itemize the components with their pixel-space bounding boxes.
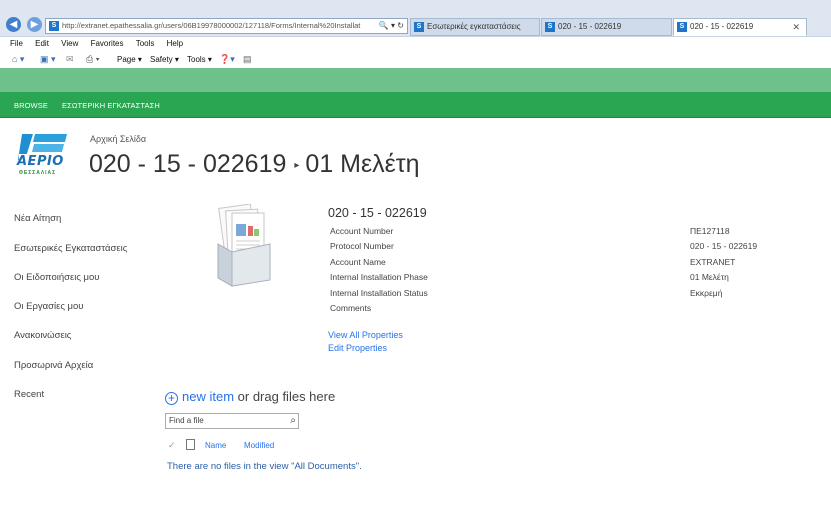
breadcrumb-arrow-icon: ▸ bbox=[294, 159, 300, 171]
sharepoint-favicon-icon: S bbox=[49, 21, 59, 31]
page-title: 020 - 15 - 022619 ▸ 01 Μελέτη bbox=[89, 150, 420, 179]
column-header-modified[interactable]: Modified bbox=[244, 441, 274, 450]
docset-title: 020 - 15 - 022619 bbox=[328, 206, 427, 220]
prop-label: Account Number bbox=[330, 226, 394, 236]
page-menu-button[interactable]: Page ▾ bbox=[117, 51, 142, 68]
suite-bar bbox=[0, 68, 831, 92]
find-file-placeholder: Find a file bbox=[169, 416, 204, 425]
forward-arrow-icon[interactable]: ▶ bbox=[27, 17, 42, 32]
prop-value: Εκκρεμή bbox=[690, 288, 723, 298]
browser-command-bar: ⌂ ▾ ▣ ▾ ✉ ⎙ ▾ Page ▾ Safety ▾ Tools ▾ ❓▾… bbox=[0, 51, 831, 68]
menu-view[interactable]: View bbox=[61, 37, 78, 51]
document-set-icon bbox=[217, 204, 271, 287]
browser-tab-docset-active[interactable]: S 020 - 15 - 022619 ✕ bbox=[673, 18, 807, 36]
prop-label: Protocol Number bbox=[330, 241, 394, 251]
page-title-text[interactable]: 020 - 15 - 022619 bbox=[89, 150, 286, 178]
address-bar[interactable]: S http://extranet.epathessalia.gr/users/… bbox=[45, 18, 408, 34]
search-icon[interactable]: ⌕ bbox=[290, 414, 296, 428]
prop-value: EXTRANET bbox=[690, 257, 736, 267]
feeds-icon[interactable]: ▣ ▾ bbox=[40, 51, 56, 68]
drag-files-text: or drag files here bbox=[234, 389, 336, 404]
nav-internal-installations[interactable]: Εσωτερικές Εγκαταστάσεις bbox=[14, 243, 127, 254]
nav-announcements[interactable]: Ανακοινώσεις bbox=[14, 330, 71, 341]
find-file-input[interactable]: Find a file ⌕ bbox=[165, 413, 299, 429]
ribbon-tab-browse[interactable]: BROWSE bbox=[14, 92, 48, 120]
browser-toolbar: ◀ ▶ S http://extranet.epathessalia.gr/us… bbox=[0, 0, 831, 37]
ribbon-tab-internal-installation[interactable]: ΕΣΩΤΕΡΙΚΗ ΕΓΚΑΤΑΣΤΑΣΗ bbox=[62, 92, 160, 120]
ribbon-tabs: BROWSE ΕΣΩΤΕΡΙΚΗ ΕΓΚΑΤΑΣΤΑΣΗ bbox=[0, 92, 831, 118]
site-logo[interactable]: ΑΕΡΙΟ ΘΕΣΣΑΛΙΑΣ bbox=[15, 130, 73, 178]
add-circle-icon[interactable]: + bbox=[165, 392, 178, 405]
new-item-row: + new item or drag files here bbox=[165, 389, 335, 405]
nav-new-request[interactable]: Νέα Αίτηση bbox=[14, 213, 61, 224]
prop-label: Account Name bbox=[330, 257, 386, 267]
select-all-check-icon[interactable]: ✓ bbox=[168, 440, 176, 451]
browser-tab-internal-installations[interactable]: S Εσωτερικές εγκαταστάσεις bbox=[410, 18, 540, 36]
menu-favorites[interactable]: Favorites bbox=[91, 37, 124, 51]
close-tab-icon[interactable]: ✕ bbox=[792, 19, 800, 35]
help-icon[interactable]: ❓▾ bbox=[219, 51, 235, 68]
home-icon[interactable]: ⌂ ▾ bbox=[12, 51, 24, 68]
menu-tools[interactable]: Tools bbox=[136, 37, 155, 51]
address-text: http://extranet.epathessalia.gr/users/06… bbox=[62, 21, 361, 30]
menu-edit[interactable]: Edit bbox=[35, 37, 49, 51]
browser-tab-docset[interactable]: S 020 - 15 - 022619 bbox=[541, 18, 672, 36]
safety-menu-button[interactable]: Safety ▾ bbox=[150, 51, 179, 68]
prop-value: 01 Μελέτη bbox=[690, 272, 729, 282]
view-all-properties-link[interactable]: View All Properties bbox=[328, 330, 403, 340]
edit-properties-link[interactable]: Edit Properties bbox=[328, 343, 387, 353]
address-search-refresh-icon[interactable]: 🔍 ▾ ↻ bbox=[374, 19, 404, 33]
prop-value: 020 - 15 - 022619 bbox=[690, 241, 758, 251]
page-subtitle-text: 01 Μελέτη bbox=[305, 150, 420, 178]
logo-subtext: ΘΕΣΣΑΛΙΑΣ bbox=[19, 170, 57, 176]
sharepoint-favicon-icon: S bbox=[677, 22, 687, 32]
mail-icon[interactable]: ✉ bbox=[66, 51, 74, 68]
browser-menubar: File Edit View Favorites Tools Help bbox=[0, 37, 831, 51]
logo-text: ΑΕΡΙΟ bbox=[17, 154, 64, 169]
back-arrow-icon[interactable]: ◀ bbox=[6, 17, 21, 32]
prop-label: Internal Installation Status bbox=[330, 288, 428, 298]
research-icon[interactable]: ▤ bbox=[243, 51, 252, 68]
prop-label: Internal Installation Phase bbox=[330, 272, 428, 282]
nav-temporary-files[interactable]: Προσωρινά Αρχεία bbox=[14, 360, 93, 371]
menu-help[interactable]: Help bbox=[167, 37, 183, 51]
empty-view-message: There are no files in the view "All Docu… bbox=[167, 461, 362, 472]
nav-my-notifications[interactable]: Οι Ειδοποιήσεις μου bbox=[14, 272, 100, 283]
prop-label: Comments bbox=[330, 303, 372, 313]
nav-recent[interactable]: Recent bbox=[14, 389, 44, 400]
column-header-name[interactable]: Name bbox=[205, 441, 226, 450]
sharepoint-favicon-icon: S bbox=[414, 22, 424, 32]
prop-value: ΠΕ127118 bbox=[690, 226, 730, 236]
print-icon[interactable]: ⎙ ▾ bbox=[86, 51, 99, 68]
sharepoint-favicon-icon: S bbox=[545, 22, 555, 32]
tools-menu-button[interactable]: Tools ▾ bbox=[187, 51, 212, 68]
breadcrumb-home-link[interactable]: Αρχική Σελίδα bbox=[90, 134, 146, 144]
file-type-icon bbox=[186, 439, 195, 450]
menu-file[interactable]: File bbox=[10, 37, 23, 51]
nav-my-tasks[interactable]: Οι Εργασίες μου bbox=[14, 301, 84, 312]
new-item-link[interactable]: new item bbox=[182, 389, 234, 404]
